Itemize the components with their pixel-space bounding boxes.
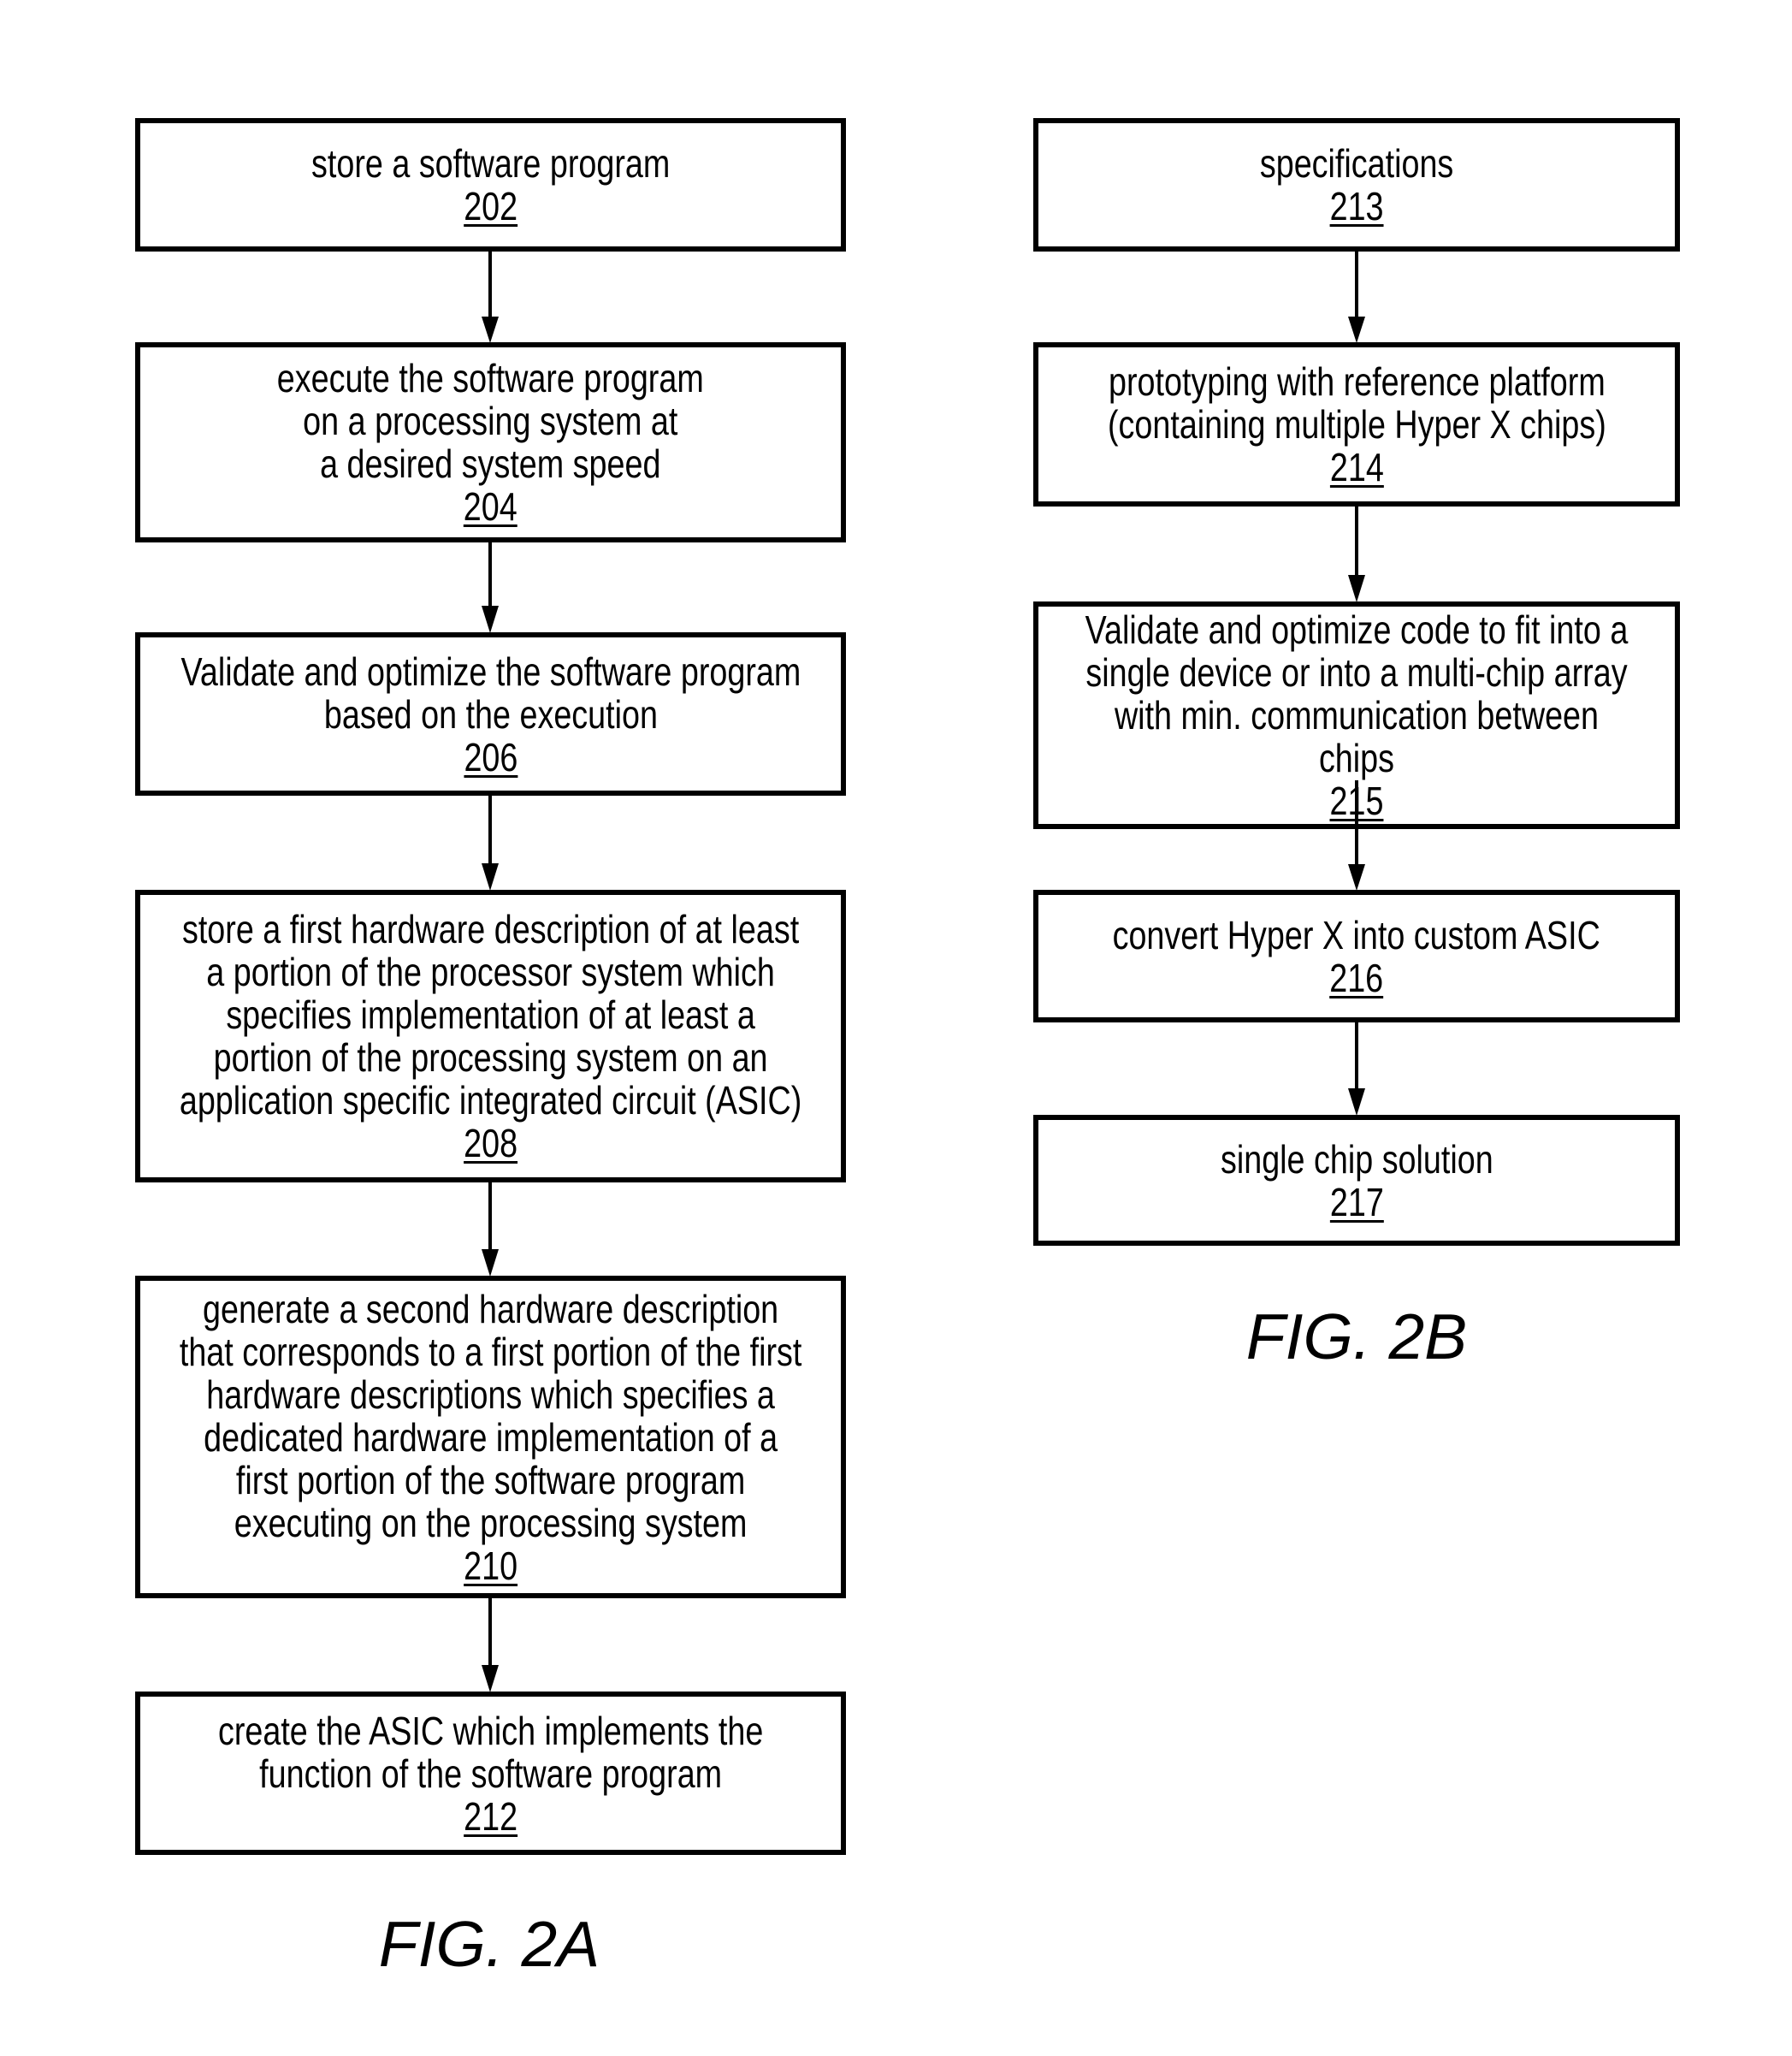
step-text: execute the software program <box>276 356 704 400</box>
step-box-210: generate a second hardware description t… <box>135 1276 846 1598</box>
step-text: application specific integrated circuit … <box>179 1078 802 1123</box>
step-text: with min. communication between <box>1114 693 1600 738</box>
step-text: convert Hyper X into custom ASIC <box>1112 912 1601 957</box>
step-ref-number: 213 <box>1329 184 1384 228</box>
step-text: specifies implementation of at least a <box>226 992 755 1037</box>
figure-label-2a: FIG. 2A <box>378 1908 600 1980</box>
step-box-204: execute the software program on a proces… <box>135 342 846 542</box>
step-box-202: store a software program 202 <box>135 118 846 252</box>
arrow-214-to-215 <box>1348 507 1365 602</box>
step-text: based on the execution <box>323 691 658 737</box>
step-text: function of the software program <box>259 1751 722 1796</box>
step-text: a portion of the processor system which <box>206 950 775 994</box>
step-text: single chip solution <box>1220 1136 1493 1182</box>
arrow-210-to-212 <box>482 1598 499 1692</box>
step-box-216: convert Hyper X into custom ASIC 216 <box>1033 890 1680 1022</box>
step-box-212: create the ASIC which implements the fun… <box>135 1692 846 1855</box>
step-box-206: Validate and optimize the software progr… <box>135 632 846 796</box>
step-text: Validate and optimize code to fit into a <box>1085 607 1629 652</box>
step-ref-number: 215 <box>1329 779 1384 823</box>
step-box-214: prototyping with reference platform (con… <box>1033 342 1680 507</box>
step-text: that corresponds to a first portion of t… <box>179 1329 802 1374</box>
step-text: first portion of the software program <box>235 1457 746 1502</box>
arrow-213-to-214 <box>1348 252 1365 343</box>
step-ref-number: 202 <box>464 184 517 228</box>
step-text: single device or into a multi-chip array <box>1085 650 1628 695</box>
step-ref-number: 217 <box>1329 1179 1384 1224</box>
arrow-202-to-204 <box>482 252 499 343</box>
step-ref-number: 208 <box>464 1121 517 1165</box>
step-text: Validate and optimize the software progr… <box>180 649 801 694</box>
step-ref-number: 216 <box>1329 955 1384 1000</box>
step-text: specifications <box>1259 141 1454 186</box>
step-box-208: store a first hardware description of at… <box>135 890 846 1182</box>
step-box-213: specifications 213 <box>1033 118 1680 252</box>
step-text: create the ASIC which implements the <box>217 1708 764 1753</box>
step-text: prototyping with reference platform <box>1108 359 1606 404</box>
step-ref-number: 210 <box>464 1543 517 1588</box>
arrow-206-to-208 <box>482 796 499 891</box>
step-ref-number: 206 <box>464 734 517 779</box>
step-text: (containing multiple Hyper X chips) <box>1107 402 1606 447</box>
step-box-215: Validate and optimize code to fit into a… <box>1033 601 1680 829</box>
figure-label-2b: FIG. 2B <box>1245 1301 1468 1372</box>
arrow-216-to-217 <box>1348 1022 1365 1116</box>
step-text: chips <box>1318 736 1395 780</box>
step-text: on a processing system at <box>303 399 678 443</box>
step-text: dedicated hardware implementation of a <box>204 1414 778 1460</box>
step-box-217: single chip solution 217 <box>1033 1115 1680 1246</box>
arrow-208-to-210 <box>482 1182 499 1277</box>
arrow-204-to-206 <box>482 542 499 633</box>
step-text: generate a second hardware description <box>202 1286 779 1331</box>
step-text: store a first hardware description of at… <box>181 907 800 951</box>
step-text: hardware descriptions which specifies a <box>206 1372 775 1417</box>
step-text: executing on the processing system <box>234 1500 748 1545</box>
step-text: portion of the processing system on an <box>213 1035 768 1080</box>
step-ref-number: 212 <box>464 1793 517 1839</box>
step-ref-number: 214 <box>1329 445 1384 489</box>
step-text: a desired system speed <box>320 441 661 486</box>
step-ref-number: 204 <box>464 484 517 529</box>
step-text: store a software program <box>310 141 671 186</box>
